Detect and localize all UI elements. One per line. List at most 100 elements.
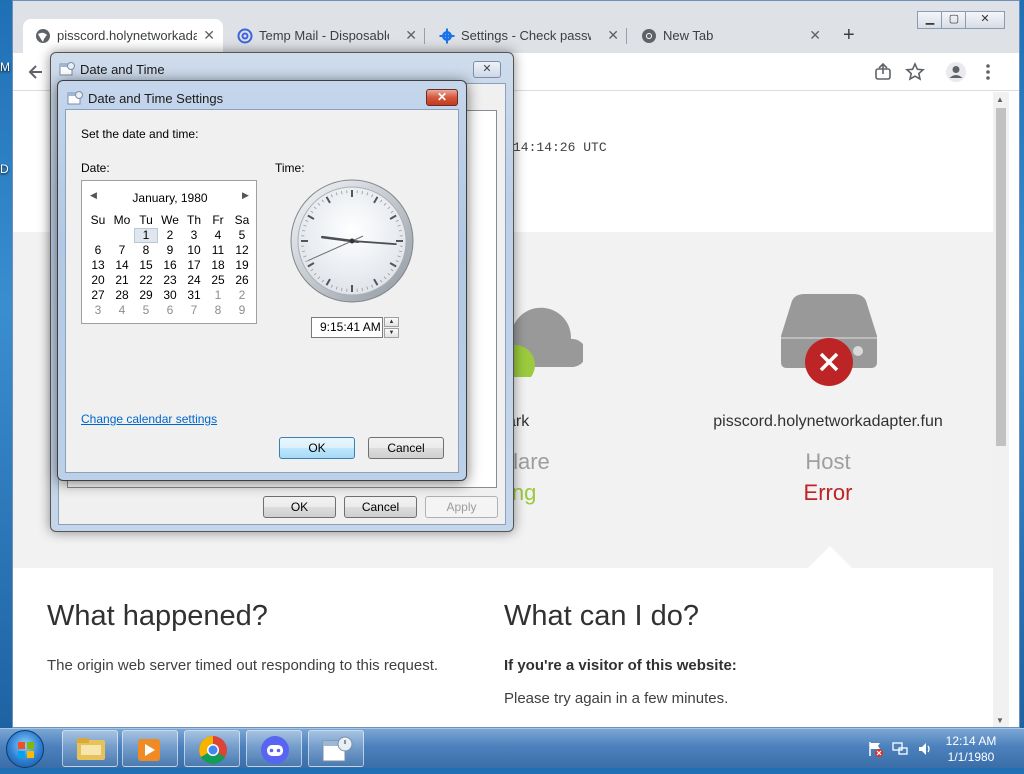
taskbar-date[interactable]: 1/1/1980 xyxy=(936,750,1006,764)
profile-icon[interactable] xyxy=(945,61,967,83)
scrollbar-thumb[interactable] xyxy=(996,108,1006,446)
calendar-day[interactable]: 5 xyxy=(230,228,254,243)
calendar-day[interactable]: 24 xyxy=(182,273,206,288)
calendar-day[interactable]: 28 xyxy=(110,288,134,303)
calendar-day[interactable]: 15 xyxy=(134,258,158,273)
close-window-button[interactable]: ✕ xyxy=(965,11,1005,29)
desktop-icon-label[interactable]: M xyxy=(0,60,10,74)
dialog-title: Date and Time Settings xyxy=(88,91,223,106)
calendar-day[interactable]: 1 xyxy=(206,288,230,303)
desktop-icon-label[interactable]: D xyxy=(0,162,9,176)
close-dialog-button[interactable]: ✕ xyxy=(426,89,458,106)
date-time-settings-dialog: Date and Time Settings ✕ Set the date an… xyxy=(57,80,467,481)
settings-body: Set the date and time: Date: Time: ◀ Jan… xyxy=(65,109,459,473)
close-tab-icon[interactable]: ✕ xyxy=(405,27,417,44)
calendar-day[interactable]: 9 xyxy=(158,243,182,258)
calendar-day[interactable]: 7 xyxy=(182,303,206,318)
calendar-day[interactable]: 7 xyxy=(110,243,134,258)
calendar[interactable]: ◀ January, 1980 ▶ SuMoTuWeThFrSa12345678… xyxy=(81,180,257,324)
cancel-button[interactable]: Cancel xyxy=(368,437,444,459)
ok-button[interactable]: OK xyxy=(263,496,336,518)
calendar-day[interactable]: 3 xyxy=(86,303,110,318)
volume-icon[interactable] xyxy=(916,740,934,758)
time-input[interactable]: 9:15:41 AM xyxy=(311,317,383,338)
calendar-day[interactable]: 8 xyxy=(134,243,158,258)
calendar-day[interactable]: 13 xyxy=(86,258,110,273)
scroll-down-icon[interactable]: ▼ xyxy=(996,716,1004,725)
at-sign-icon xyxy=(237,28,253,44)
calendar-day[interactable]: 4 xyxy=(110,303,134,318)
calendar-day[interactable]: 4 xyxy=(206,228,230,243)
calendar-day[interactable]: 8 xyxy=(206,303,230,318)
calendar-day[interactable]: 23 xyxy=(158,273,182,288)
calendar-clock-icon xyxy=(67,91,83,105)
calendar-day[interactable]: 11 xyxy=(206,243,230,258)
calendar-day[interactable]: 2 xyxy=(158,228,182,243)
ok-button[interactable]: OK xyxy=(279,437,355,459)
calendar-day[interactable]: 16 xyxy=(158,258,182,273)
tab-new-tab[interactable]: New Tab ✕ xyxy=(629,19,829,53)
what-happened-heading: What happened? xyxy=(47,600,268,633)
tab-strip: pisscord.holynetworkadapter.fun ✕ Temp M… xyxy=(13,1,1019,53)
taskbar-chrome-button[interactable] xyxy=(184,730,240,767)
taskbar-discord-button[interactable] xyxy=(246,730,302,767)
page-scrollbar[interactable]: ▲ ▼ xyxy=(993,92,1009,728)
calendar-day[interactable]: 5 xyxy=(134,303,158,318)
calendar-day[interactable]: 3 xyxy=(182,228,206,243)
calendar-day[interactable]: 29 xyxy=(134,288,158,303)
calendar-day[interactable]: 17 xyxy=(182,258,206,273)
calendar-day[interactable]: 1 xyxy=(134,228,158,243)
network-icon[interactable] xyxy=(891,740,909,758)
share-icon[interactable] xyxy=(872,61,894,83)
apply-button[interactable]: Apply xyxy=(425,496,498,518)
error-timestamp: 14:14:26 UTC xyxy=(513,140,607,155)
next-month-icon[interactable]: ▶ xyxy=(242,190,249,201)
calendar-day[interactable]: 26 xyxy=(230,273,254,288)
action-center-flag-icon[interactable] xyxy=(866,740,884,758)
close-tab-icon[interactable]: ✕ xyxy=(809,27,821,44)
tab-label: pisscord.holynetworkadapter.fun xyxy=(57,28,197,43)
calendar-day[interactable]: 27 xyxy=(86,288,110,303)
calendar-day[interactable]: 2 xyxy=(230,288,254,303)
calendar-day[interactable]: 9 xyxy=(230,303,254,318)
calendar-day[interactable]: 31 xyxy=(182,288,206,303)
tab-temp-mail[interactable]: Temp Mail - Disposable Temporary Email ✕ xyxy=(225,19,425,53)
calendar-day[interactable]: 22 xyxy=(134,273,158,288)
close-tab-icon[interactable]: ✕ xyxy=(607,27,619,44)
host-status: Host xyxy=(703,449,953,475)
calendar-day[interactable]: 19 xyxy=(230,258,254,273)
close-tab-icon[interactable]: ✕ xyxy=(203,27,215,44)
tab-pisscord[interactable]: pisscord.holynetworkadapter.fun ✕ xyxy=(23,19,223,53)
calendar-day[interactable]: 21 xyxy=(110,273,134,288)
close-dialog-button[interactable]: ✕ xyxy=(473,61,501,78)
server-error-icon xyxy=(779,292,879,392)
taskbar-explorer-button[interactable] xyxy=(62,730,118,767)
calendar-day[interactable]: 12 xyxy=(230,243,254,258)
calendar-day[interactable]: 25 xyxy=(206,273,230,288)
kebab-menu-icon[interactable] xyxy=(977,61,999,83)
back-arrow-icon[interactable] xyxy=(25,61,47,83)
time-spin-down[interactable]: ▼ xyxy=(384,328,399,338)
time-spin-up[interactable]: ▲ xyxy=(384,317,399,327)
tab-settings[interactable]: Settings - Check passwords ✕ xyxy=(427,19,627,53)
calendar-day[interactable]: 18 xyxy=(206,258,230,273)
start-button[interactable] xyxy=(6,730,44,768)
calendar-day[interactable]: 20 xyxy=(86,273,110,288)
maximize-button[interactable]: ▢ xyxy=(941,11,967,29)
calendar-day[interactable]: 14 xyxy=(110,258,134,273)
weekday-header: Mo xyxy=(110,213,134,228)
new-tab-button[interactable]: + xyxy=(843,24,855,47)
calendar-day[interactable]: 30 xyxy=(158,288,182,303)
taskbar-media-player-button[interactable] xyxy=(122,730,178,767)
taskbar-date-time-button[interactable] xyxy=(308,730,364,767)
bookmark-star-icon[interactable] xyxy=(904,61,926,83)
taskbar-time[interactable]: 12:14 AM xyxy=(936,734,1006,748)
calendar-day[interactable]: 6 xyxy=(86,243,110,258)
minimize-button[interactable]: ▁ xyxy=(917,11,943,29)
calendar-day[interactable]: 6 xyxy=(158,303,182,318)
calendar-day[interactable]: 10 xyxy=(182,243,206,258)
change-calendar-settings-link[interactable]: Change calendar settings xyxy=(81,412,217,426)
cancel-button[interactable]: Cancel xyxy=(344,496,417,518)
scroll-up-icon[interactable]: ▲ xyxy=(996,95,1004,104)
calendar-month-year[interactable]: January, 1980 xyxy=(82,191,258,205)
